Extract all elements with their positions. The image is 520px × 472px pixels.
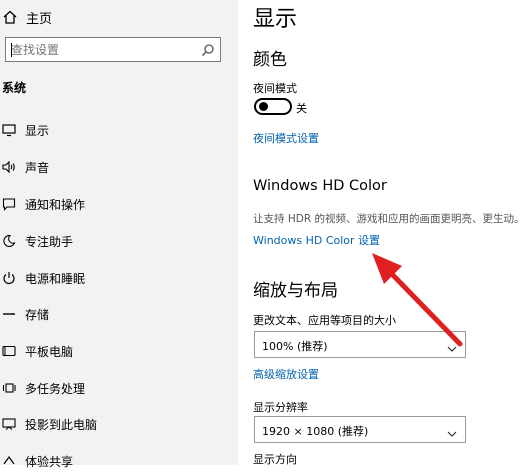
resolution-label: 显示分辨率 xyxy=(253,401,308,414)
moon-icon xyxy=(1,233,17,249)
advanced-scaling-link[interactable]: 高级缩放设置 xyxy=(253,366,319,382)
monitor-icon xyxy=(1,122,17,138)
scale-value: 100% (推荐) xyxy=(262,340,328,353)
sidebar-item-project[interactable]: 投影到此电脑 xyxy=(0,413,238,435)
search-box[interactable] xyxy=(5,37,221,62)
night-mode-state: 关 xyxy=(296,102,307,115)
sidebar-item-label: 体验共享 xyxy=(25,454,74,469)
sidebar-item-shared-experiences[interactable]: 体验共享 xyxy=(0,450,238,472)
sidebar-item-display[interactable]: 显示 xyxy=(0,119,238,141)
text-cursor xyxy=(11,43,12,57)
chevron-down-icon xyxy=(447,339,457,352)
color-heading: 颜色 xyxy=(253,50,287,70)
night-mode-label: 夜间模式 xyxy=(253,82,297,95)
sidebar-item-notifications[interactable]: 通知和操作 xyxy=(0,193,238,215)
settings-sidebar: 主页 系统 显示 声音 通知和操作 专注助手 xyxy=(0,0,238,469)
sidebar-item-multitasking[interactable]: 多任务处理 xyxy=(0,377,238,399)
scale-label: 更改文本、应用等项目的大小 xyxy=(253,314,396,327)
power-icon xyxy=(1,270,17,286)
notification-icon xyxy=(1,196,17,212)
sidebar-item-label: 存储 xyxy=(25,307,50,322)
sidebar-item-label: 平板电脑 xyxy=(25,344,74,359)
sidebar-item-label: 多任务处理 xyxy=(25,381,86,396)
resolution-dropdown[interactable]: 1920 × 1080 (推荐) xyxy=(254,416,466,443)
sidebar-item-tablet[interactable]: 平板电脑 xyxy=(0,340,238,362)
search-input[interactable] xyxy=(6,38,201,61)
night-mode-toggle[interactable] xyxy=(254,98,292,115)
sidebar-item-label: 投影到此电脑 xyxy=(25,417,98,432)
display-settings-page: 显示 颜色 夜间模式 关 夜间模式设置 Windows HD Color 让支持… xyxy=(238,0,520,466)
home-label: 主页 xyxy=(26,11,53,27)
hdr-description: 让支持 HDR 的视频、游戏和应用的画面更明亮、更生动。 xyxy=(253,213,520,225)
hdr-heading: Windows HD Color xyxy=(253,178,387,194)
scale-dropdown[interactable]: 100% (推荐) xyxy=(254,331,466,358)
speaker-icon xyxy=(1,159,17,175)
chevron-down-icon xyxy=(447,424,457,437)
hdr-settings-link[interactable]: Windows HD Color 设置 xyxy=(253,232,380,248)
sidebar-item-focus-assist[interactable]: 专注助手 xyxy=(0,230,238,252)
toggle-knob xyxy=(259,102,268,111)
sidebar-item-label: 专注助手 xyxy=(25,234,74,249)
sidebar-item-label: 通知和操作 xyxy=(25,197,86,212)
tablet-icon xyxy=(1,343,17,359)
project-icon xyxy=(1,416,17,432)
sidebar-item-power-sleep[interactable]: 电源和睡眠 xyxy=(0,267,238,289)
home-nav-item[interactable]: 主页 xyxy=(0,7,52,27)
resolution-value: 1920 × 1080 (推荐) xyxy=(262,425,369,438)
multitask-icon xyxy=(1,380,17,396)
scale-layout-heading: 缩放与布局 xyxy=(253,281,338,301)
sidebar-item-storage[interactable]: 存储 xyxy=(0,303,238,325)
share-icon xyxy=(1,453,17,469)
section-title-system: 系统 xyxy=(2,81,27,95)
page-title: 显示 xyxy=(253,7,298,32)
sidebar-item-label: 电源和睡眠 xyxy=(25,271,86,286)
night-mode-settings-link[interactable]: 夜间模式设置 xyxy=(253,130,319,146)
storage-icon xyxy=(1,306,17,322)
search-icon[interactable] xyxy=(201,42,215,57)
sidebar-item-sound[interactable]: 声音 xyxy=(0,156,238,178)
home-icon xyxy=(0,7,20,27)
sidebar-item-label: 声音 xyxy=(25,160,50,175)
sidebar-item-label: 显示 xyxy=(25,123,50,138)
